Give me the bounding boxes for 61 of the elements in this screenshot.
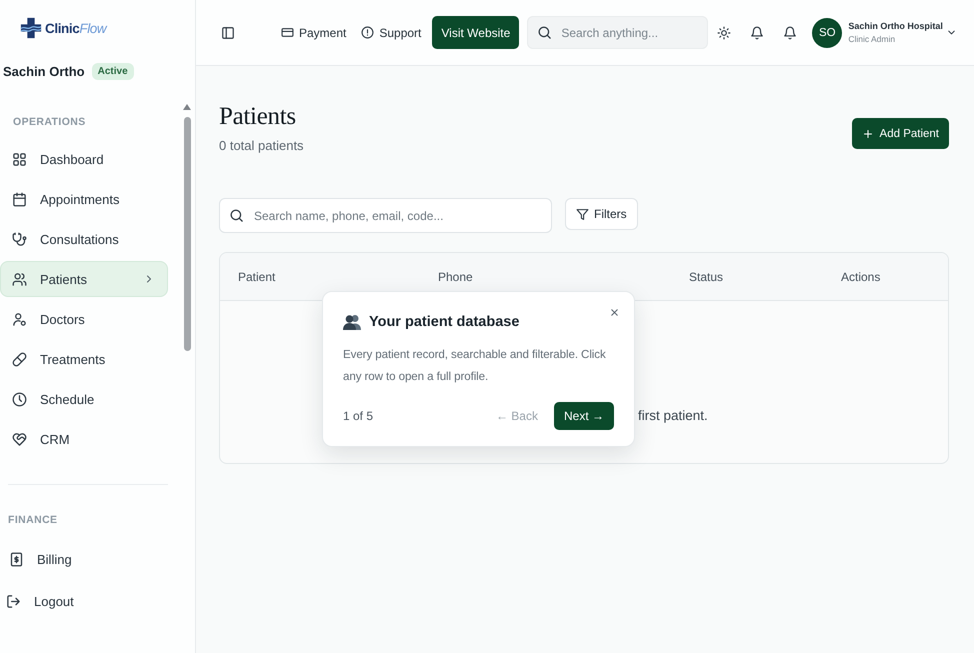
search-field[interactable]: Search anything... <box>527 16 708 49</box>
user-name: Sachin Ortho Hospital <box>848 21 943 31</box>
grid-icon <box>12 152 27 166</box>
sidebar-item[interactable]: CRM <box>0 421 168 457</box>
column-header: Patient <box>238 270 276 284</box>
sun-icon[interactable] <box>717 26 732 40</box>
next-button[interactable]: Next → <box>554 402 614 430</box>
credit-card-icon <box>281 26 294 39</box>
user-role: Clinic Admin <box>848 34 896 44</box>
users-icon <box>12 272 27 286</box>
funnel-icon <box>576 208 589 220</box>
user-avatar[interactable]: SO <box>812 18 842 48</box>
heart-icon <box>12 432 27 446</box>
topbar-link[interactable]: Payment <box>281 26 346 40</box>
page-title: Patients <box>219 103 296 131</box>
invoice-icon <box>9 552 24 566</box>
sidebar-item[interactable]: Dashboard <box>0 141 168 177</box>
topbar-link[interactable]: Support <box>361 26 422 40</box>
column-header: Status <box>689 270 724 284</box>
scroll-up-icon[interactable] <box>183 104 191 110</box>
section-heading: OPERATIONS <box>13 115 87 129</box>
sidebar-item[interactable]: Patients <box>0 261 168 297</box>
patient-search-field[interactable]: Search name, phone, email, code... <box>219 198 552 233</box>
clock-icon <box>12 392 27 406</box>
filters-button[interactable]: Filters <box>565 198 638 230</box>
stethoscope-icon <box>12 232 27 246</box>
sidebar-toggle-icon[interactable] <box>221 26 235 40</box>
empty-state-text: first patient. <box>638 408 708 423</box>
sidebar-item[interactable]: Billing <box>0 541 168 577</box>
calendar-icon <box>12 192 27 206</box>
sidebar-item[interactable]: Treatments <box>0 341 168 377</box>
cross-logo-icon <box>20 17 42 39</box>
sidebar-item[interactable]: Appointments <box>0 181 168 217</box>
step-counter: 1 of 5 <box>343 409 374 423</box>
section-heading: FINANCE <box>8 513 58 527</box>
column-header: Phone <box>438 270 473 284</box>
sidebar-item[interactable]: Doctors <box>0 301 168 337</box>
exclamation-circle-icon <box>361 26 374 39</box>
bell-icon[interactable] <box>783 26 798 40</box>
plus-icon <box>862 128 874 140</box>
sidebar-item[interactable]: Consultations <box>0 221 168 257</box>
sidebar-item[interactable]: Schedule <box>0 381 168 417</box>
close-icon[interactable] <box>609 307 620 318</box>
popup-title: Your patient database <box>369 314 520 330</box>
pill-icon <box>12 352 27 366</box>
search-icon <box>229 208 244 223</box>
column-header: Actions <box>841 270 880 284</box>
popup-text: Every patient record, searchable and filterable. Click any row to open a full profile. <box>343 347 607 385</box>
add-patient-button[interactable]: Add Patient <box>852 118 949 149</box>
scrollbar-thumb[interactable] <box>184 117 190 351</box>
clinic-name: Sachin Ortho <box>3 64 85 78</box>
person-icon <box>12 312 27 326</box>
patient-count: 0 total patients <box>219 137 304 155</box>
status-badge: Active <box>92 62 134 80</box>
search-icon <box>537 25 552 40</box>
bell-icon[interactable] <box>750 26 764 40</box>
visit-website-button[interactable]: Visit Website <box>432 16 520 49</box>
logout-icon <box>6 594 21 608</box>
users-icon <box>343 314 361 330</box>
logout-item[interactable]: Logout <box>0 583 168 619</box>
logo-wordmark: ClinicFlow <box>45 21 106 36</box>
